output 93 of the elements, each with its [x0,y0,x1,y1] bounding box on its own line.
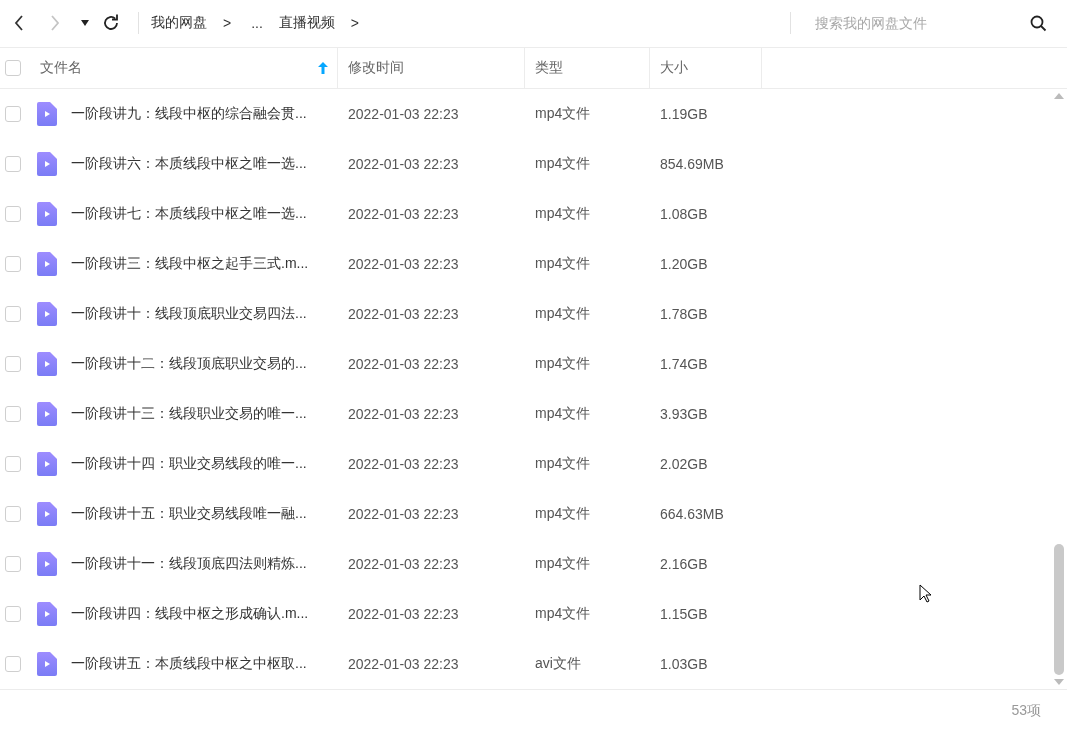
file-type: mp4文件 [535,555,591,574]
sort-arrow-icon[interactable] [318,62,328,74]
file-type: mp4文件 [535,405,591,424]
file-name[interactable]: 一阶段讲五：本质线段中枢之中枢取... [71,655,307,674]
file-size: 1.08GB [660,206,708,223]
row-checkbox[interactable] [5,306,21,323]
video-file-icon [37,602,57,627]
scroll-up-icon[interactable] [1054,93,1064,100]
column-header[interactable]: 大小 [660,59,688,77]
row-checkbox[interactable] [5,106,21,123]
modified-time: 2022-01-03 22:23 [348,356,459,373]
column-header[interactable]: 类型 [535,59,563,77]
video-file-icon [37,152,57,177]
row-checkbox[interactable] [5,456,21,473]
file-size: 854.69MB [660,156,724,173]
modified-time: 2022-01-03 22:23 [348,406,459,423]
mouse-cursor-icon [919,584,932,603]
row-checkbox[interactable] [5,556,21,573]
modified-time: 2022-01-03 22:23 [348,156,459,173]
file-type: mp4文件 [535,255,591,274]
file-name[interactable]: 一阶段讲十三：线段职业交易的唯一... [71,405,307,424]
back-chevron-icon[interactable] [14,15,24,32]
video-file-icon [37,502,57,527]
video-file-icon [37,252,57,277]
modified-time: 2022-01-03 22:23 [348,206,459,223]
file-name[interactable]: 一阶段讲十四：职业交易线段的唯一... [71,455,307,474]
modified-time: 2022-01-03 22:23 [348,506,459,523]
row-checkbox[interactable] [5,156,21,173]
caret-icon[interactable] [81,20,89,27]
file-name[interactable]: 一阶段讲十五：职业交易线段唯一融... [71,505,307,524]
scroll-down-icon[interactable] [1054,679,1064,686]
file-name[interactable]: 一阶段讲十：线段顶底职业交易四法... [71,305,307,324]
file-type: mp4文件 [535,155,591,174]
column-header[interactable]: 修改时间 [348,59,404,77]
file-type: mp4文件 [535,305,591,324]
scrollbar-thumb[interactable] [1054,543,1064,676]
file-size: 664.63MB [660,506,724,523]
file-size: 1.15GB [660,606,708,623]
select-all-checkbox[interactable] [5,60,21,76]
video-file-icon [37,552,57,577]
modified-time: 2022-01-03 22:23 [348,556,459,573]
video-file-icon [37,452,57,477]
file-size: 3.93GB [660,406,708,423]
modified-time: 2022-01-03 22:23 [348,456,459,473]
file-type: mp4文件 [535,105,591,124]
file-type: mp4文件 [535,205,591,224]
modified-time: 2022-01-03 22:23 [348,656,459,673]
search-field[interactable]: 搜索我的网盘文件 [813,14,1030,33]
modified-time: 2022-01-03 22:23 [348,106,459,123]
file-size: 2.02GB [660,456,708,473]
search-icon[interactable] [1030,14,1047,32]
file-name[interactable]: 一阶段讲七：本质线段中枢之唯一选... [71,205,307,224]
row-checkbox[interactable] [5,256,21,273]
file-name[interactable]: 一阶段讲十二：线段顶底职业交易的... [71,355,307,374]
video-file-icon [37,202,57,227]
row-checkbox[interactable] [5,606,21,623]
file-size: 1.78GB [660,306,708,323]
video-file-icon [37,102,57,127]
file-size: 2.16GB [660,556,708,573]
row-checkbox[interactable] [5,356,21,373]
modified-time: 2022-01-03 22:23 [348,306,459,323]
video-file-icon [37,352,57,377]
file-name[interactable]: 一阶段讲四：线段中枢之形成确认.m... [71,605,309,624]
file-name[interactable]: 一阶段讲十一：线段顶底四法则精炼... [71,555,307,574]
video-file-icon [37,652,57,677]
column-header[interactable]: 文件名 [40,59,82,77]
breadcrumb-link[interactable]: 我的网盘 [151,14,207,33]
row-checkbox[interactable] [5,656,21,673]
row-checkbox[interactable] [5,206,21,223]
modified-time: 2022-01-03 22:23 [348,606,459,623]
file-type: mp4文件 [535,605,591,624]
breadcrumb-link[interactable]: ... [251,15,263,32]
file-type: mp4文件 [535,505,591,524]
file-type: mp4文件 [535,355,591,374]
file-type: avi文件 [535,655,581,674]
breadcrumb-link[interactable]: 直播视频 [278,14,335,33]
file-size: 1.03GB [660,656,708,673]
file-name[interactable]: 一阶段讲六：本质线段中枢之唯一选... [71,155,307,174]
file-size: 1.20GB [660,256,708,273]
video-file-icon [37,402,57,427]
file-type: mp4文件 [535,455,591,474]
file-name[interactable]: 一阶段讲三：线段中枢之起手三式.m... [71,255,309,274]
modified-time: 2022-01-03 22:23 [348,256,459,273]
breadcrumb-separator: > [350,15,360,32]
item-count: 53项 [1011,701,1041,720]
file-size: 1.74GB [660,356,708,373]
row-checkbox[interactable] [5,506,21,523]
file-name[interactable]: 一阶段讲九：线段中枢的综合融会贯... [71,105,307,124]
video-file-icon [37,302,57,327]
forward-chevron-icon[interactable] [50,15,60,32]
row-checkbox[interactable] [5,406,21,423]
breadcrumb-separator: > [223,15,232,32]
file-size: 1.19GB [660,106,708,123]
